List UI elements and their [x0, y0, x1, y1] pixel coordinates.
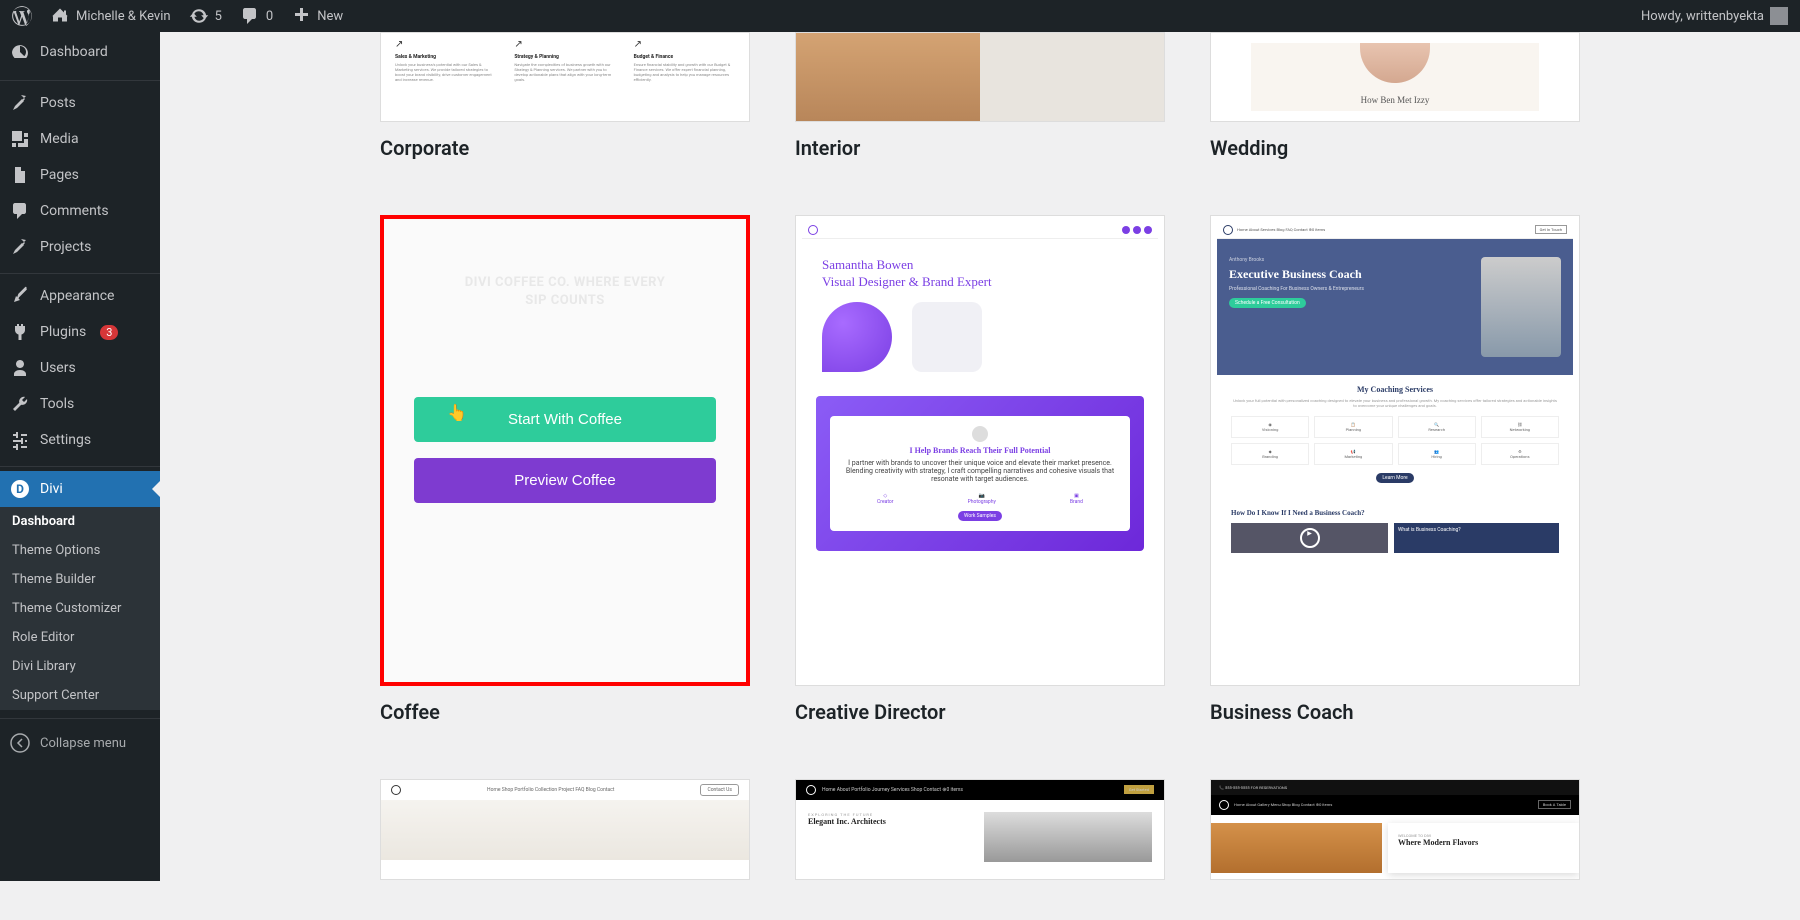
menu-label: Comments	[40, 203, 109, 219]
layout-title: Wedding	[1210, 136, 1580, 160]
layout-title: Coffee	[380, 700, 750, 724]
user-icon	[10, 358, 30, 378]
plug-icon	[10, 322, 30, 342]
layout-card-coffee[interactable]: DIVI COFFEE CO. WHERE EVERY SIP COUNTS S…	[380, 215, 750, 724]
new-label: New	[317, 9, 343, 24]
layout-grid: ↗Sales & MarketingUnlock your business's…	[380, 32, 1580, 880]
wrench-icon	[10, 394, 30, 414]
layout-title: Business Coach	[1210, 700, 1580, 724]
menu-media[interactable]: Media	[0, 121, 160, 157]
layout-card-partial-3[interactable]: 📞 555-555-5555 FOR RESERVATIONS Home Abo…	[1210, 779, 1580, 880]
menu-label: Projects	[40, 239, 91, 255]
content-area: ↗Sales & MarketingUnlock your business's…	[160, 32, 1800, 920]
menu-users[interactable]: Users	[0, 350, 160, 386]
layout-thumb: Samantha Bowen Visual Designer & Brand E…	[795, 215, 1165, 686]
menu-label: Divi	[40, 481, 63, 497]
layout-thumb	[795, 32, 1165, 122]
layout-card-corporate[interactable]: ↗Sales & MarketingUnlock your business's…	[380, 32, 750, 160]
howdy-text: Howdy, writtenbyekta	[1641, 9, 1764, 24]
submenu-theme-options[interactable]: Theme Options	[0, 536, 160, 565]
media-icon	[10, 129, 30, 149]
menu-label: Posts	[40, 95, 76, 111]
updates-link[interactable]: 5	[189, 6, 222, 26]
site-name-link[interactable]: Michelle & Kevin	[50, 6, 171, 26]
menu-label: Appearance	[40, 288, 114, 304]
updates-count: 5	[215, 9, 222, 24]
site-name-label: Michelle & Kevin	[76, 9, 171, 24]
layout-thumb: Home About Services Blog FAQ Contact ⊕0 …	[1210, 215, 1580, 686]
sliders-icon	[10, 430, 30, 450]
submenu-theme-customizer[interactable]: Theme Customizer	[0, 594, 160, 623]
collapse-menu[interactable]: Collapse menu	[0, 723, 160, 763]
menu-label: Settings	[40, 432, 91, 448]
layout-card-business-coach[interactable]: Home About Services Blog FAQ Contact ⊕0 …	[1210, 215, 1580, 724]
layout-card-creative-director[interactable]: Samantha Bowen Visual Designer & Brand E…	[795, 215, 1165, 724]
home-icon	[50, 6, 70, 26]
menu-dashboard[interactable]: Dashboard	[0, 32, 160, 72]
menu-pages[interactable]: Pages	[0, 157, 160, 193]
submenu-role-editor[interactable]: Role Editor	[0, 623, 160, 652]
comments-icon	[240, 6, 260, 26]
submenu-dashboard[interactable]: Dashboard	[0, 507, 160, 536]
updates-icon	[189, 6, 209, 26]
hover-overlay: DIVI COFFEE CO. WHERE EVERY SIP COUNTS S…	[384, 219, 746, 682]
divi-icon: D	[11, 480, 29, 498]
menu-label: Media	[40, 131, 79, 147]
menu-appearance[interactable]: Appearance	[0, 278, 160, 314]
layout-title: Interior	[795, 136, 1165, 160]
layout-card-partial-2[interactable]: Home About Portfolio Journey Services Sh…	[795, 779, 1165, 880]
admin-sidebar: Dashboard Posts Media Pages Comments Pro…	[0, 32, 160, 881]
menu-tools[interactable]: Tools	[0, 386, 160, 422]
layout-thumb: How Ben Met Izzy	[1210, 32, 1580, 122]
comments-link[interactable]: 0	[240, 6, 273, 26]
menu-posts[interactable]: Posts	[0, 85, 160, 121]
submenu-divi-library[interactable]: Divi Library	[0, 652, 160, 681]
menu-label: Plugins	[40, 324, 86, 340]
collapse-label: Collapse menu	[40, 736, 126, 751]
dashboard-icon	[10, 42, 30, 62]
pin-icon	[10, 93, 30, 113]
layout-thumb: ↗Sales & MarketingUnlock your business's…	[380, 32, 750, 122]
admin-bar: Michelle & Kevin 5 0 New Howdy, writtenb…	[0, 0, 1800, 32]
preview-button[interactable]: Preview Coffee	[414, 458, 716, 503]
plus-icon	[291, 6, 311, 26]
new-content-link[interactable]: New	[291, 6, 343, 26]
plugins-badge: 3	[100, 325, 118, 340]
menu-comments[interactable]: Comments	[0, 193, 160, 229]
pages-icon	[10, 165, 30, 185]
layout-thumb: 📞 555-555-5555 FOR RESERVATIONS Home Abo…	[1210, 779, 1580, 880]
overlay-hero-text: DIVI COFFEE CO. WHERE EVERY SIP COUNTS	[384, 274, 746, 310]
layout-thumb: Home About Portfolio Journey Services Sh…	[795, 779, 1165, 880]
cursor-icon: 👆	[447, 403, 467, 422]
pin-icon	[10, 237, 30, 257]
layout-title: Creative Director	[795, 700, 1165, 724]
submenu-theme-builder[interactable]: Theme Builder	[0, 565, 160, 594]
layout-card-interior[interactable]: Interior	[795, 32, 1165, 160]
divi-submenu: Dashboard Theme Options Theme Builder Th…	[0, 507, 160, 710]
wordpress-icon	[12, 6, 32, 26]
layout-title: Corporate	[380, 136, 750, 160]
menu-label: Pages	[40, 167, 79, 183]
menu-label: Tools	[40, 396, 74, 412]
menu-settings[interactable]: Settings	[0, 422, 160, 458]
layout-card-wedding[interactable]: How Ben Met Izzy Wedding	[1210, 32, 1580, 160]
layout-thumb: Home Shop Portfolio Collection Project F…	[380, 779, 750, 880]
brush-icon	[10, 286, 30, 306]
wedding-caption: How Ben Met Izzy	[1361, 95, 1430, 105]
layout-card-partial-1[interactable]: Home Shop Portfolio Collection Project F…	[380, 779, 750, 880]
menu-projects[interactable]: Projects	[0, 229, 160, 265]
wp-logo[interactable]	[12, 6, 32, 26]
menu-divi[interactable]: D Divi	[0, 471, 160, 507]
comments-count: 0	[266, 9, 273, 24]
menu-label: Users	[40, 360, 76, 376]
layout-thumb-highlighted: DIVI COFFEE CO. WHERE EVERY SIP COUNTS S…	[380, 215, 750, 686]
collapse-icon	[10, 733, 30, 753]
howdy-link[interactable]: Howdy, writtenbyekta	[1641, 7, 1788, 25]
submenu-support-center[interactable]: Support Center	[0, 681, 160, 710]
avatar	[1770, 7, 1788, 25]
comment-icon	[10, 201, 30, 221]
menu-label: Dashboard	[40, 44, 108, 60]
menu-plugins[interactable]: Plugins 3	[0, 314, 160, 350]
